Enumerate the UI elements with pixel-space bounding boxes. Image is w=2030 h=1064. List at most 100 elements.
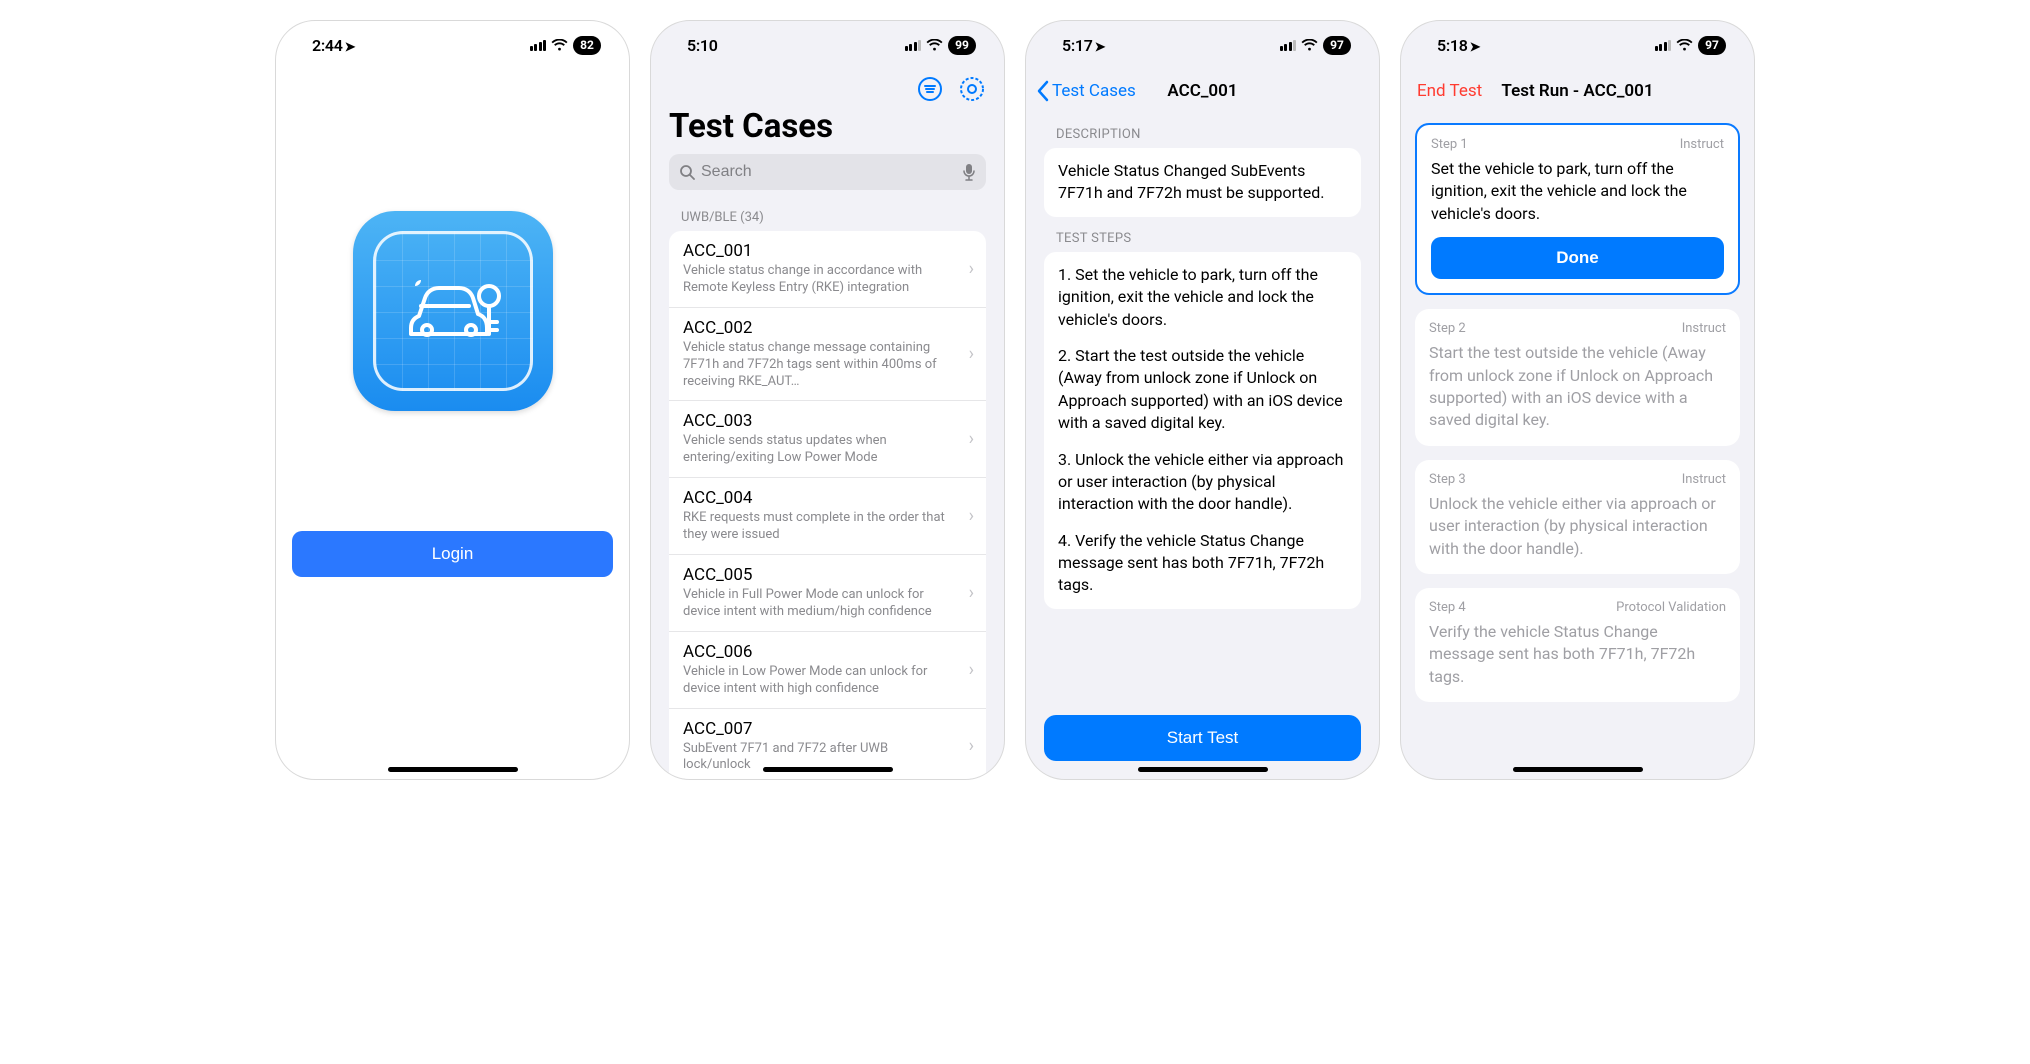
home-indicator[interactable]	[763, 767, 893, 772]
row-title: ACC_005	[683, 565, 972, 585]
row-title: ACC_002	[683, 318, 972, 338]
screen-login: 2:44➤ 82	[275, 20, 630, 780]
row-subtitle: Vehicle in Low Power Mode can unlock for…	[683, 664, 972, 698]
test-case-row[interactable]: ACC_003Vehicle sends status updates when…	[669, 401, 986, 478]
status-icons: 82	[530, 36, 602, 55]
step-card: Step 4 Protocol Validation Verify the vehi…	[1415, 588, 1740, 702]
battery-icon: 99	[948, 36, 976, 55]
search-input[interactable]	[701, 163, 956, 181]
wifi-icon	[926, 39, 943, 52]
battery-icon: 97	[1698, 36, 1726, 55]
page-title: Test Cases	[651, 103, 1004, 154]
test-case-row[interactable]: ACC_004RKE requests must complete in the…	[669, 478, 986, 555]
step-card: Step 1 Instruct Set the vehicle to park, t…	[1415, 123, 1740, 295]
battery-icon: 82	[573, 36, 601, 55]
end-test-button[interactable]: End Test	[1417, 81, 1482, 101]
step-tag: Instruct	[1682, 321, 1726, 336]
wifi-icon	[1676, 39, 1693, 52]
chevron-right-icon: ›	[969, 659, 974, 680]
test-step: 2. Start the test outside the vehicle (A…	[1058, 345, 1347, 435]
status-icons: 99	[905, 36, 977, 55]
toolbar	[651, 69, 1004, 103]
test-case-row[interactable]: ACC_001Vehicle status change in accordan…	[669, 231, 986, 308]
screen-test-cases: 5:10 99 Test Cases UWB/BLE (34) ACC_001V	[650, 20, 1005, 780]
chevron-right-icon: ›	[969, 506, 974, 527]
car-key-icon	[393, 266, 513, 356]
screen-test-run: 5:18➤ 97 End Test Test Run - ACC_001 Ste…	[1400, 20, 1755, 780]
step-text: Set the vehicle to park, turn off the ig…	[1431, 158, 1724, 225]
test-case-list: ACC_001Vehicle status change in accordan…	[669, 231, 986, 779]
row-subtitle: RKE requests must complete in the order …	[683, 510, 972, 544]
status-bar: 5:10 99	[651, 21, 1004, 69]
step-text: Start the test outside the vehicle (Away…	[1429, 342, 1726, 432]
chevron-left-icon	[1036, 80, 1050, 102]
status-time: 5:18➤	[1437, 36, 1480, 55]
row-subtitle: Vehicle status change in accordance with…	[683, 263, 972, 297]
status-icons: 97	[1655, 36, 1727, 55]
home-indicator[interactable]	[1138, 767, 1268, 772]
chevron-right-icon: ›	[969, 736, 974, 757]
settings-gear-icon[interactable]	[958, 75, 986, 103]
row-subtitle: Vehicle in Full Power Mode can unlock fo…	[683, 587, 972, 621]
filter-icon[interactable]	[916, 75, 944, 103]
step-tag: Instruct	[1680, 137, 1724, 152]
start-test-button[interactable]: Start Test	[1044, 715, 1361, 761]
nav-title: Test Run - ACC_001	[1501, 81, 1653, 101]
nav-bar: Test Cases ACC_001	[1026, 69, 1379, 113]
row-title: ACC_001	[683, 241, 972, 261]
step-text: Unlock the vehicle either via approach o…	[1429, 493, 1726, 560]
row-subtitle: Vehicle status change message containing…	[683, 340, 972, 391]
login-body: Login	[276, 69, 629, 779]
steps-card: 1. Set the vehicle to park, turn off the…	[1044, 252, 1361, 609]
description-header: DESCRIPTION	[1026, 113, 1379, 148]
chevron-right-icon: ›	[969, 344, 974, 365]
step-number: Step 3	[1429, 472, 1466, 487]
test-step: 4. Verify the vehicle Status Change mess…	[1058, 530, 1347, 597]
step-card: Step 3InstructUnlock the vehicle either …	[1415, 460, 1740, 574]
location-arrow-icon: ➤	[1470, 40, 1481, 55]
step-card: Step 2 Instruct Start the test outside the…	[1415, 309, 1740, 446]
location-arrow-icon: ➤	[1095, 40, 1106, 55]
done-button[interactable]: Done	[1431, 237, 1724, 279]
location-arrow-icon: ➤	[345, 40, 356, 55]
mic-icon[interactable]	[962, 163, 976, 181]
wifi-icon	[1301, 39, 1318, 52]
row-title: ACC_006	[683, 642, 972, 662]
status-bar: 2:44➤ 82	[276, 21, 629, 69]
status-time: 2:44➤	[312, 36, 355, 55]
chevron-right-icon: ›	[969, 582, 974, 603]
back-button[interactable]: Test Cases	[1036, 80, 1136, 102]
section-header: UWB/BLE (34)	[651, 202, 1004, 231]
chevron-right-icon: ›	[969, 258, 974, 279]
test-step: 3. Unlock the vehicle either via approac…	[1058, 449, 1347, 516]
row-title: ACC_004	[683, 488, 972, 508]
status-icons: 97	[1280, 36, 1352, 55]
chevron-right-icon: ›	[969, 429, 974, 450]
step-number: Step 4	[1429, 600, 1466, 615]
cellular-icon	[1280, 40, 1297, 51]
test-case-row[interactable]: ACC_005Vehicle in Full Power Mode can un…	[669, 555, 986, 632]
search-field[interactable]	[669, 154, 986, 190]
cellular-icon	[530, 40, 547, 51]
step-number: Step 2	[1429, 321, 1466, 336]
steps-header: TEST STEPS	[1026, 217, 1379, 252]
row-title: ACC_003	[683, 411, 972, 431]
nav-title: ACC_001	[1167, 81, 1237, 101]
status-time: 5:10	[687, 36, 718, 55]
test-step: 1. Set the vehicle to park, turn off the…	[1058, 264, 1347, 331]
back-label: Test Cases	[1052, 81, 1136, 101]
search-icon	[679, 164, 695, 180]
step-tag: Protocol Validation	[1616, 600, 1726, 615]
row-title: ACC_007	[683, 719, 972, 739]
home-indicator[interactable]	[388, 767, 518, 772]
status-bar: 5:18➤ 97	[1401, 21, 1754, 69]
login-button[interactable]: Login	[292, 531, 613, 577]
test-case-row[interactable]: ACC_002Vehicle status change message con…	[669, 308, 986, 402]
wifi-icon	[551, 39, 568, 52]
description-card: Vehicle Status Changed SubEvents 7F71h a…	[1044, 148, 1361, 217]
step-number: Step 1	[1431, 137, 1468, 152]
status-bar: 5:17➤ 97	[1026, 21, 1379, 69]
test-case-row[interactable]: ACC_006Vehicle in Low Power Mode can unl…	[669, 632, 986, 709]
step-text: Verify the vehicle Status Change message…	[1429, 621, 1726, 688]
home-indicator[interactable]	[1513, 767, 1643, 772]
